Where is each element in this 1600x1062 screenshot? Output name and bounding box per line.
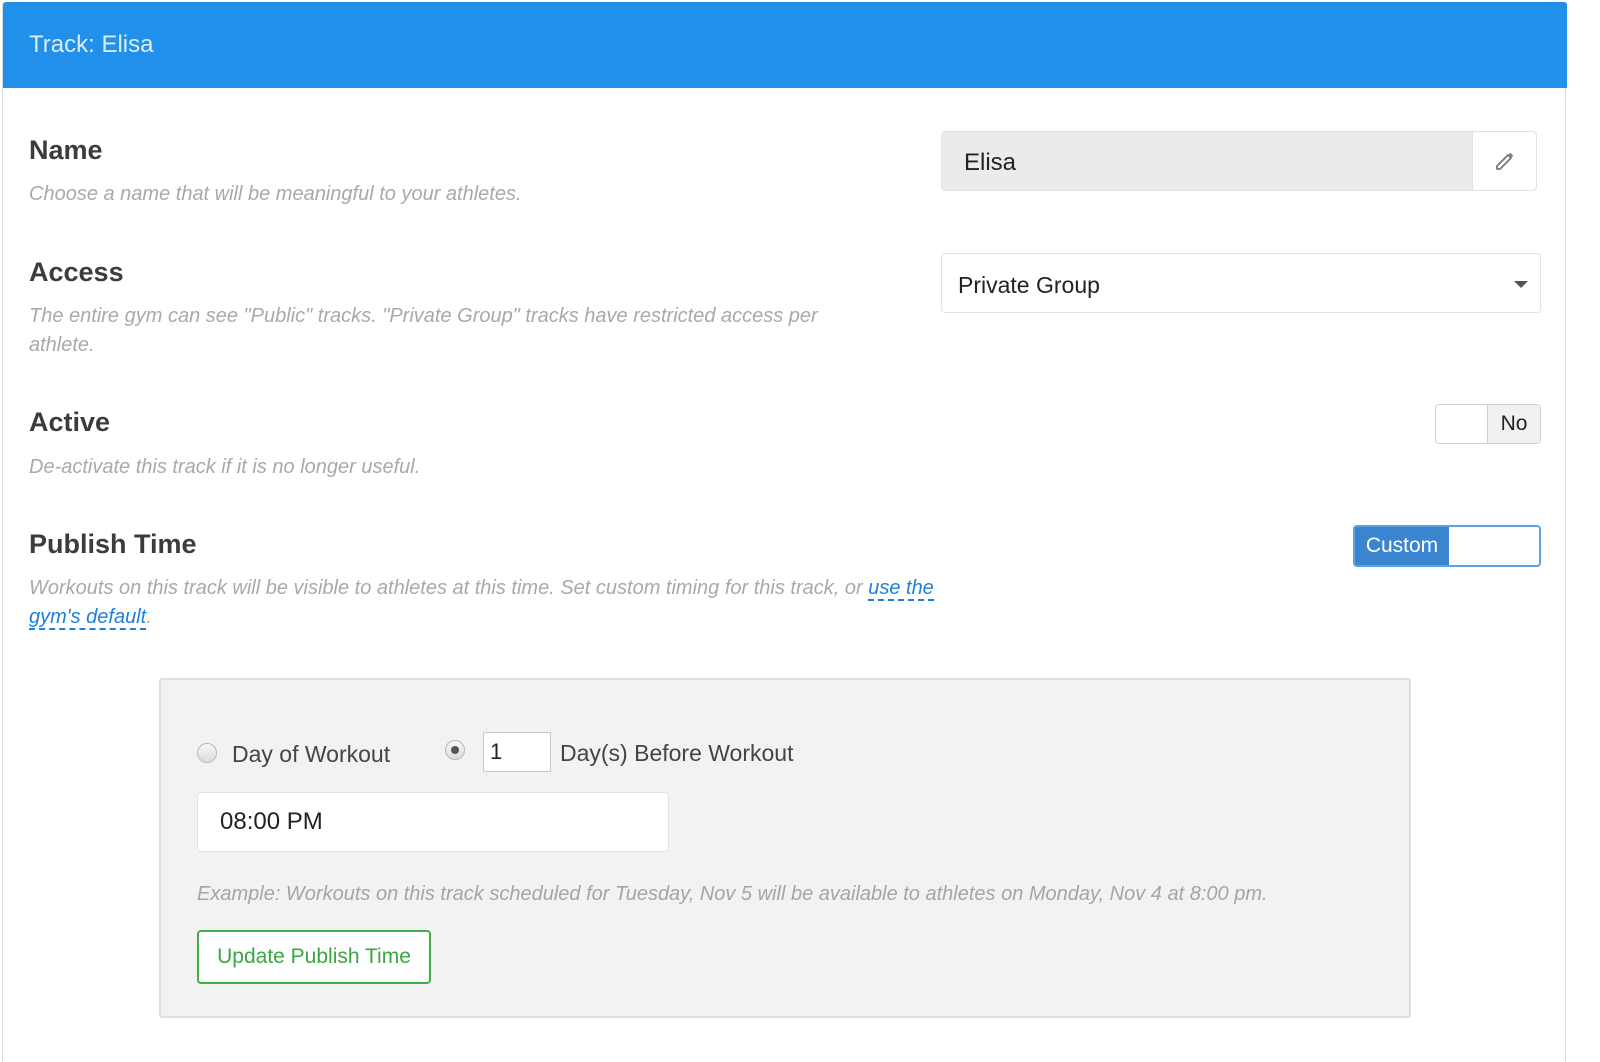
publish-example-text: Example: Workouts on this track schedule… bbox=[197, 883, 1268, 905]
gym-default-link-cont[interactable]: gym's default bbox=[29, 606, 147, 630]
active-help: De-activate this track if it is no longe… bbox=[29, 456, 421, 478]
publish-help-end: . bbox=[146, 606, 152, 628]
toggle-knob bbox=[1436, 405, 1488, 443]
active-toggle-label: No bbox=[1488, 405, 1540, 443]
edit-name-button[interactable] bbox=[1472, 132, 1536, 190]
gym-default-link[interactable]: use the bbox=[868, 577, 934, 601]
name-title: Name bbox=[29, 135, 103, 165]
publish-toggle-label: Custom bbox=[1355, 527, 1449, 565]
active-toggle[interactable]: No bbox=[1435, 404, 1541, 444]
publish-help-text: Workouts on this track will be visible t… bbox=[29, 577, 869, 599]
publish-settings-box: Day of Workout Day(s) Before Workout Exa… bbox=[159, 678, 1411, 1018]
chevron-down-icon bbox=[1514, 281, 1528, 288]
page-title: Track: Elisa bbox=[29, 31, 154, 58]
days-before-label: Day(s) Before Workout bbox=[560, 740, 794, 766]
publish-title: Publish Time bbox=[29, 529, 197, 559]
pencil-icon bbox=[1495, 152, 1513, 170]
update-publish-time-button[interactable]: Update Publish Time bbox=[197, 930, 431, 984]
publish-help: Workouts on this track will be visible t… bbox=[29, 574, 989, 632]
days-before-radio[interactable] bbox=[445, 740, 465, 760]
active-title: Active bbox=[29, 407, 111, 437]
day-of-workout-label: Day of Workout bbox=[232, 741, 391, 767]
name-field[interactable]: Elisa bbox=[941, 131, 1537, 191]
access-title: Access bbox=[29, 257, 124, 287]
access-selected-value: Private Group bbox=[958, 272, 1100, 298]
name-value: Elisa bbox=[964, 149, 1017, 176]
access-help-line2: athlete. bbox=[29, 334, 95, 356]
access-select[interactable]: Private Group bbox=[941, 253, 1541, 313]
day-of-workout-radio[interactable] bbox=[197, 743, 217, 763]
publish-custom-toggle[interactable]: Custom bbox=[1353, 525, 1541, 567]
days-before-input[interactable] bbox=[483, 732, 551, 772]
access-help-line1: The entire gym can see "Public" tracks. … bbox=[29, 305, 818, 327]
panel-header: Track: Elisa bbox=[3, 2, 1567, 88]
name-help: Choose a name that will be meaningful to… bbox=[29, 183, 522, 205]
publish-time-input[interactable] bbox=[197, 792, 669, 852]
track-panel: Track: Elisa Name Choose a name that wil… bbox=[2, 2, 1567, 1062]
